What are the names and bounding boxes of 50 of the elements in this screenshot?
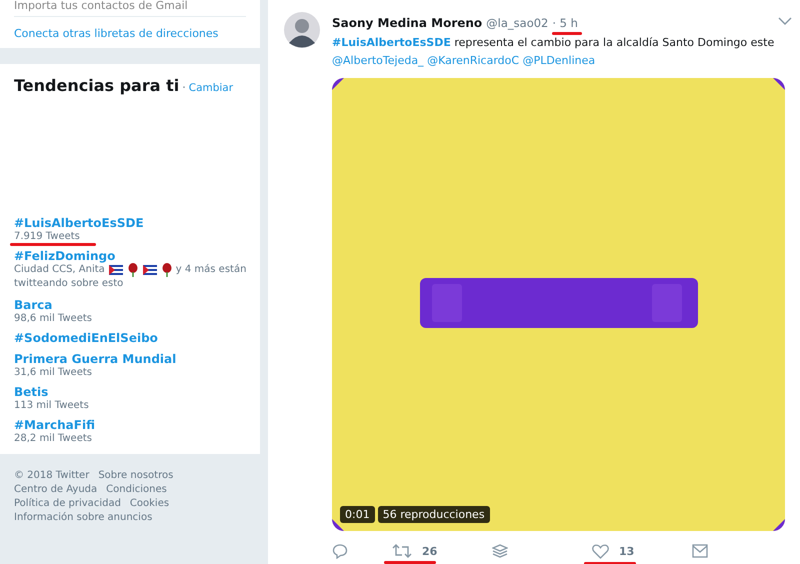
layers-icon (492, 543, 508, 559)
retweet-button[interactable]: 26 (392, 544, 492, 558)
footer-link[interactable]: Centro de Ayuda (14, 484, 98, 495)
flag-icon (108, 265, 123, 275)
trend-tweet-count: 98,6 mil Tweets (14, 313, 92, 324)
author-handle[interactable]: @la_sao02 (486, 16, 548, 30)
trend-name[interactable]: #LuisAlbertoEsSDE (14, 216, 144, 230)
trend-name[interactable]: Betis (14, 385, 48, 399)
author-name[interactable]: Saony Medina Moreno (332, 16, 482, 30)
trends-title: Tendencias para ti (14, 76, 180, 95)
rose-icon (128, 263, 138, 277)
connect-address-books-link[interactable]: Conecta otras libretas de direcciones (14, 27, 246, 40)
trend-name[interactable]: Barca (14, 298, 52, 312)
trend-context-text: y 4 más están (176, 263, 246, 277)
trend-name[interactable]: #FelizDomingo (14, 249, 116, 263)
video-duration: 0:01 (340, 506, 375, 523)
footer-link[interactable]: © 2018 Twitter (14, 470, 90, 481)
footer-link[interactable]: Sobre nosotros (98, 470, 174, 481)
rose-icon (162, 263, 172, 277)
avatar[interactable] (284, 12, 320, 48)
flag-icon (142, 265, 157, 275)
footer-link[interactable]: Política de privacidad (14, 498, 121, 509)
tweet-time[interactable]: · 5 h (552, 16, 578, 30)
trend-tweet-count: 113 mil Tweets (14, 400, 89, 411)
trend-context-text: Ciudad CCS, Anita (14, 263, 105, 277)
mention-link[interactable]: @PLDenlinea (522, 54, 596, 67)
trend-name[interactable]: #SodomediEnElSeibo (14, 331, 158, 345)
chevron-down-icon[interactable] (778, 17, 792, 26)
trend-tweet-count: 31,6 mil Tweets (14, 367, 92, 378)
hashtag-link[interactable]: #LuisAlbertoEsSDE (332, 36, 451, 49)
heart-icon (592, 544, 609, 558)
mention-link[interactable]: @KarenRicardoC (427, 54, 520, 67)
reply-icon (332, 543, 348, 559)
change-link[interactable]: Cambiar (188, 82, 234, 94)
view-count: 56 reproducciones (378, 506, 490, 523)
footer-link[interactable]: Condiciones (106, 484, 167, 495)
trend-name[interactable]: #MarchaFifi (14, 418, 95, 432)
like-button[interactable]: 13 (592, 544, 692, 558)
footer-link[interactable]: Información sobre anuncios (14, 512, 152, 523)
separator-dot: · (182, 81, 186, 94)
trend-context-text: twitteando sobre esto (14, 277, 124, 291)
envelope-icon (692, 544, 708, 558)
import-contacts-text: Importa tus contactos de Gmail (14, 0, 189, 12)
retweet-icon (392, 544, 412, 558)
footer-link[interactable]: Cookies (130, 498, 170, 509)
tweet-text: #LuisAlbertoEsSDE representa el cambio para la alcaldía Santo Domingo este @AlbertoTejeda_ @KarenRicardoC @PLDenlinea (332, 35, 776, 69)
trend-tweet-count: 28,2 mil Tweets (14, 433, 92, 444)
mention-link[interactable]: @AlbertoTejeda_ (332, 54, 424, 67)
trend-tweet-count: 7.919 Tweets (14, 231, 80, 242)
trend-name[interactable]: Primera Guerra Mundial (14, 352, 176, 366)
